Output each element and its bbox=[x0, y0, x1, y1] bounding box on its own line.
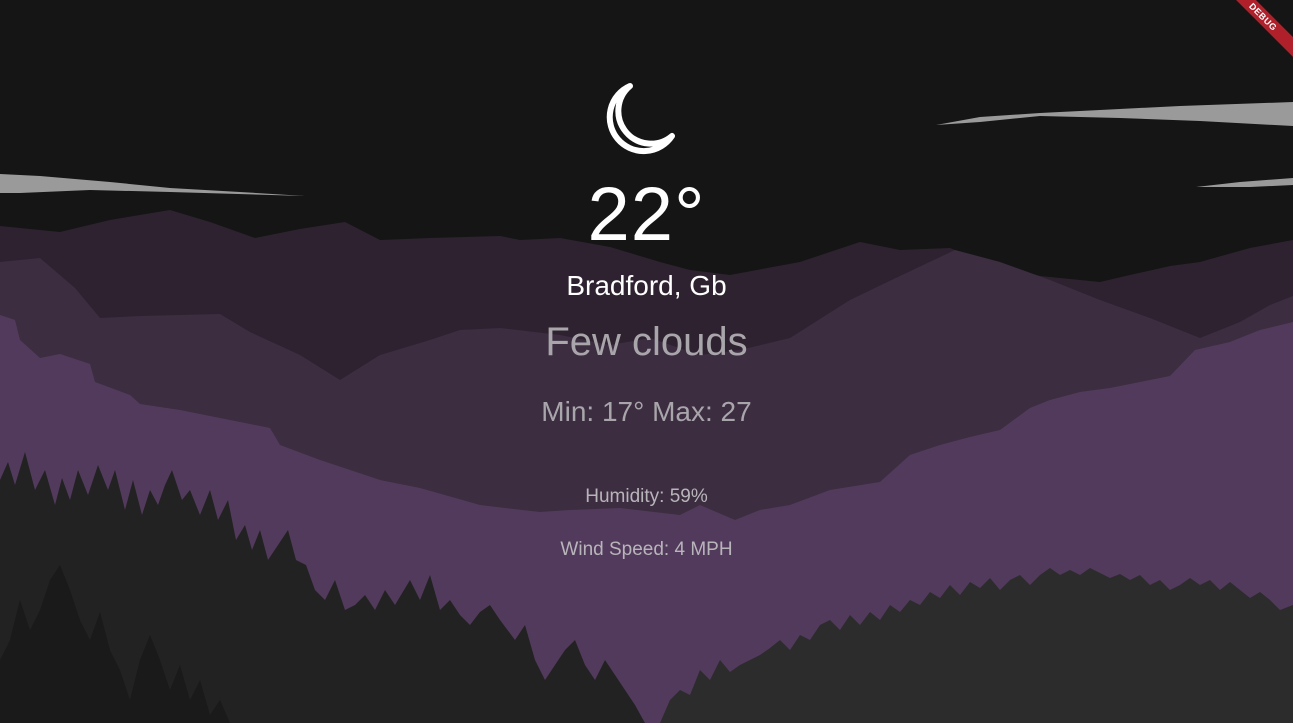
landscape-background bbox=[0, 0, 1293, 723]
